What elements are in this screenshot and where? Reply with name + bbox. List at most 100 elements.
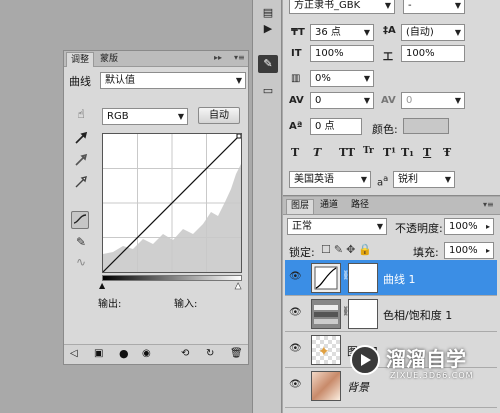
background-thumb [311, 371, 341, 401]
anti-alias-dropdown[interactable]: 锐利 ▼ [393, 171, 455, 188]
eye-icon[interactable]: 👁 [289, 271, 303, 283]
preset-dropdown[interactable]: 默认值 ▼ [100, 72, 246, 89]
curves-adjustment-thumb [311, 263, 341, 293]
view-previous-icon[interactable]: ⟲ [181, 348, 189, 359]
vertical-scale-input[interactable]: 100% [310, 45, 374, 62]
tab-masks[interactable]: 蒙版 [96, 52, 122, 67]
anti-alias-value: 锐利 [398, 174, 418, 185]
white-point-eyedropper-icon[interactable] [72, 175, 90, 193]
font-family-dropdown[interactable]: 方正隶书_GBK ▼ [289, 0, 395, 14]
black-slider-icon[interactable]: ▲ [99, 281, 105, 290]
clone-source-icon[interactable]: ▭ [258, 82, 278, 100]
collapse-icon[interactable]: ▸▸ [214, 53, 222, 62]
output-label: 输出: [98, 299, 122, 310]
fill-label: 填充: [413, 246, 439, 259]
kerning-icon: AV [289, 95, 304, 106]
font-style-dropdown[interactable]: - ▼ [403, 0, 465, 14]
tab-adjustments[interactable]: 调整 [66, 52, 95, 67]
expand-view-icon[interactable]: ▣ [94, 348, 103, 359]
blend-mode-dropdown[interactable]: 正常 ▼ [287, 218, 387, 235]
white-slider-icon[interactable]: ▲ [235, 281, 242, 291]
layer-name: 色相/饱和度 1 [383, 309, 453, 322]
fill-input[interactable]: 100% ▸ [444, 242, 494, 259]
chevron-down-icon: ▼ [235, 76, 242, 85]
chevron-down-icon: ▼ [363, 74, 370, 83]
chevron-down-icon: ▼ [376, 222, 383, 231]
curve-point-tool-icon[interactable] [71, 211, 89, 229]
horizontal-scale-input[interactable]: 100% [401, 45, 465, 62]
adjustments-tabbar: 调整 蒙版 ▸▸ ▾≡ [64, 51, 248, 67]
pencil-draw-icon[interactable]: ✎ [72, 233, 90, 251]
eye-icon[interactable]: 👁 [289, 379, 303, 391]
layer-name: 曲线 1 [383, 273, 416, 286]
watermark-url: ZIXUE.3D66.COM [390, 371, 474, 380]
channel-dropdown[interactable]: RGB ▼ [102, 108, 188, 125]
leading-dropdown[interactable]: (自动) ▼ [401, 24, 465, 41]
layer-mask-thumb[interactable] [348, 263, 378, 293]
aa-small: a [383, 173, 389, 183]
adjustments-panel: 调整 蒙版 ▸▸ ▾≡ 曲线 默认值 ▼ ☝ RGB ▼ 自动 ✎ ∿ ▲ ▲ … [63, 50, 249, 365]
panel-menu-icon[interactable]: ▾≡ [234, 53, 245, 62]
layer-row[interactable]: 👁 ⛓ 曲线 1 [285, 260, 497, 296]
tsume-dropdown[interactable]: 0% ▼ [310, 70, 374, 87]
chevron-down-icon: ▼ [363, 96, 370, 105]
font-style-value: - [408, 0, 412, 11]
all-caps-button[interactable]: TT [339, 146, 355, 159]
strikethrough-button[interactable]: Ŧ [443, 146, 451, 159]
eye-icon[interactable]: 👁 [289, 307, 303, 319]
baseline-shift-input[interactable]: 0 点 [310, 118, 362, 135]
smooth-curve-icon[interactable]: ∿ [72, 253, 90, 271]
horizontal-scale-icon: 工 [383, 52, 393, 63]
fill-value: 100% [449, 245, 478, 256]
tracking-value: 0 [406, 95, 413, 106]
preset-value: 默认值 [105, 75, 135, 86]
reset-icon[interactable]: ↻ [206, 348, 214, 359]
brush-icon[interactable]: ✎ [258, 55, 278, 73]
auto-button[interactable]: 自动 [198, 107, 240, 124]
underline-button[interactable]: T [423, 146, 431, 159]
font-family-value: 方正隶书_GBK [294, 0, 361, 11]
language-dropdown[interactable]: 美国英语 ▼ [289, 171, 371, 188]
tracking-icon: AV [381, 95, 396, 106]
panel-menu-icon[interactable]: ▾≡ [483, 200, 494, 209]
clip-layer-icon[interactable]: ● [119, 347, 129, 360]
svg-text:✦: ✦ [318, 344, 330, 360]
leading-value: (自动) [406, 27, 434, 38]
opacity-value: 100% [449, 221, 478, 232]
faux-italic-button[interactable]: T [313, 146, 321, 159]
tab-channels[interactable]: 通道 [316, 199, 342, 214]
text-color-swatch[interactable] [403, 118, 449, 134]
layers-tabbar: 图层 通道 路径 ▾≡ [283, 197, 500, 215]
horizontal-scale-value: 100% [406, 48, 435, 59]
font-size-value: 36 点 [315, 27, 341, 38]
chevron-down-icon: ▼ [177, 112, 184, 121]
small-caps-button[interactable]: Tr [363, 146, 374, 156]
curve-graph[interactable] [102, 133, 242, 273]
gray-point-eyedropper-icon[interactable] [72, 153, 90, 171]
kerning-dropdown[interactable]: 0 ▼ [310, 92, 374, 109]
visibility-eye-icon[interactable]: ◉ [142, 348, 151, 359]
layer-mask-thumb[interactable] [348, 299, 378, 329]
trash-icon[interactable]: 🗑 [230, 348, 243, 359]
tab-paths[interactable]: 路径 [347, 199, 373, 214]
layer-row[interactable]: 👁 ⛓ 色相/饱和度 1 [285, 296, 497, 332]
font-size-dropdown[interactable]: 36 点 ▼ [310, 24, 374, 41]
chevron-down-icon: ▼ [454, 1, 461, 10]
actions-icon[interactable]: ▶ [258, 20, 278, 38]
chevron-down-icon: ▼ [454, 96, 461, 105]
adjustments-footer: ◁ ▣ ● ◉ ⟲ ↻ 🗑 [64, 344, 248, 364]
opacity-label: 不透明度: [395, 222, 443, 235]
subscript-button[interactable]: T₁ [401, 146, 414, 159]
lock-options-icon[interactable]: ☐✎✥🔒 [321, 243, 375, 256]
tracking-dropdown[interactable]: 0 ▼ [401, 92, 465, 109]
eye-icon[interactable]: 👁 [289, 343, 303, 355]
opacity-input[interactable]: 100% ▸ [444, 218, 494, 235]
superscript-button[interactable]: T¹ [383, 146, 396, 159]
faux-bold-button[interactable]: T [291, 146, 299, 159]
target-adjust-icon[interactable]: ☝ [72, 105, 90, 123]
black-point-eyedropper-icon[interactable] [72, 131, 90, 149]
play-logo-icon [350, 345, 380, 375]
back-arrow-icon[interactable]: ◁ [70, 348, 78, 359]
tab-layers[interactable]: 图层 [286, 199, 315, 214]
anti-alias-icon: aa [377, 173, 388, 188]
